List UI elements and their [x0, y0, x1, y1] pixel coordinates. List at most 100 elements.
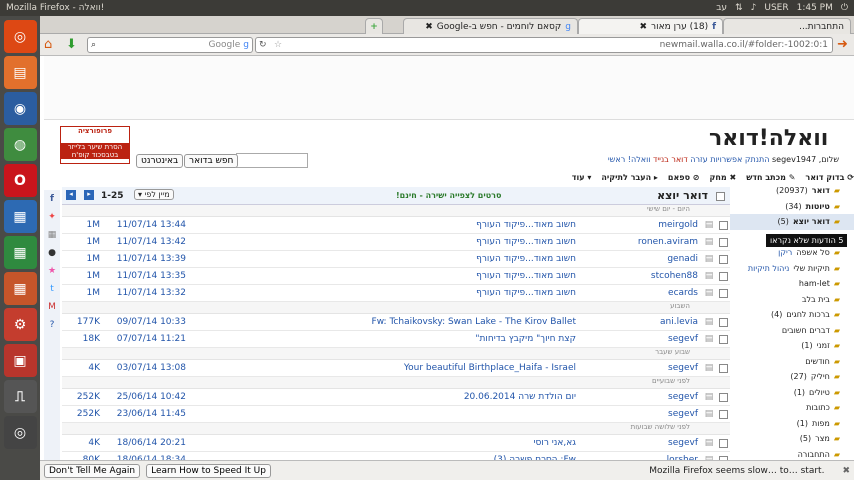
sender-cell[interactable]: segevf [582, 409, 702, 419]
facebook-icon[interactable]: f [44, 194, 60, 204]
sidebar-item[interactable]: ▰ חיליק (27) [730, 369, 854, 385]
promo-link[interactable]: סרטים לצפייה ישירה - חינם! [396, 191, 501, 200]
table-row[interactable]: 1M 11/07/14 13:39 חשוב מאוד...פיקוד העורף g… [62, 251, 730, 268]
dont-tell-me-button[interactable]: Don't Tell Me Again [44, 463, 141, 478]
home-icon[interactable]: ⌂ [44, 37, 52, 52]
sidebar-item[interactable]: ▰ טיוטות (34) [730, 199, 854, 215]
search-mail-button[interactable]: חפש בדואר [184, 154, 239, 168]
row-checkbox[interactable] [718, 220, 728, 230]
move-to-folder-button[interactable]: ▸ העבר לתיקיה [601, 173, 658, 182]
table-row[interactable]: 18K 07/07/14 11:21 קצת חיוך" מיקבץ בדיחות"… [62, 331, 730, 348]
sidebar-item[interactable]: ▰ תיקיות שלי ניהול תיקיות [730, 261, 854, 277]
usb-drive-icon[interactable]: ⎍ [3, 380, 37, 413]
calc-icon[interactable]: ▦ [3, 236, 37, 269]
logout-link[interactable]: התנתק [745, 155, 770, 164]
files-icon[interactable]: ▤ [3, 56, 37, 89]
more-button[interactable]: ▾ עוד [572, 173, 592, 182]
sidebar-item[interactable]: ▰ זמני (1) [730, 338, 854, 354]
walla-home-link[interactable]: וואלה! ראשי [608, 155, 651, 164]
firefox-icon[interactable]: ◉ [3, 92, 37, 125]
walla-mail-logo[interactable]: וואלה!דואר [709, 126, 828, 151]
prev-page-icon[interactable]: ◂ [66, 190, 76, 200]
sidebar-item[interactable]: ▰ מצר (5) [730, 431, 854, 447]
row-checkbox[interactable] [718, 317, 728, 327]
sidebar-item[interactable]: ▰ דואר יוצא (5) [730, 214, 854, 230]
sender-cell[interactable]: segevf [582, 363, 702, 373]
row-checkbox[interactable] [718, 237, 728, 247]
writer-icon[interactable]: ▦ [3, 200, 37, 233]
sort-dropdown[interactable]: ▾ מיין לפי [134, 189, 174, 200]
power-icon[interactable]: ⏻ [841, 3, 848, 13]
table-row[interactable]: 252K 25/06/14 10:42 יום הולדת שרה 20.06.20… [62, 389, 730, 406]
table-row[interactable]: 1M 11/07/14 13:35 חשוב מאוד...פיקוד העורף s… [62, 268, 730, 285]
select-all-checkbox[interactable] [716, 192, 725, 201]
download-icon[interactable]: ⬇ [66, 37, 77, 52]
sidebar-item[interactable]: ▰ בית בלב [730, 292, 854, 308]
keyboard-indicator[interactable]: עב [716, 3, 727, 13]
mail-search-input[interactable] [236, 153, 308, 168]
sidebar-item[interactable]: ▰ התחבורה [730, 447, 854, 461]
chrome-icon[interactable]: ◍ [3, 128, 37, 161]
row-checkbox[interactable] [718, 363, 728, 373]
subject-cell[interactable]: חשוב מאוד...פיקוד העורף [186, 220, 582, 230]
settings-icon[interactable]: ⚙ [3, 308, 37, 341]
game-icon[interactable]: ✦ [44, 212, 60, 222]
table-row[interactable]: 177K 09/07/14 10:33 Fw: Tchaikovsky: Swan … [62, 314, 730, 331]
table-row[interactable]: 1M 11/07/14 13:44 חשוב מאוד...פיקוד העורף m… [62, 217, 730, 234]
dvd-icon[interactable]: ◎ [3, 416, 37, 449]
user-menu[interactable]: USER [764, 3, 788, 13]
close-tab-icon[interactable]: ✖ [640, 22, 648, 32]
ball-icon[interactable]: ● [44, 248, 60, 258]
options-link[interactable]: אפשרויות [710, 155, 742, 164]
calendar-icon[interactable]: ▦ [44, 230, 60, 240]
search-web-button[interactable]: באינטרנט [136, 154, 184, 168]
sender-cell[interactable]: segevf [582, 392, 702, 402]
row-checkbox[interactable] [718, 409, 728, 419]
compose-button[interactable]: ✎ מכתב חדש [746, 173, 795, 182]
table-row[interactable]: 4K 18/06/14 20:21 גא,אני רוסי segevf ▤ [62, 435, 730, 452]
gmail-icon[interactable]: M [44, 302, 60, 312]
ubuntu-home-icon[interactable]: ◎ [3, 20, 37, 53]
search-input[interactable]: ⌕ Google g [87, 37, 253, 53]
subject-cell[interactable]: Fw: Tchaikovsky: Swan Lake - The Kirov B… [186, 317, 582, 327]
opera-icon[interactable]: O [3, 164, 37, 197]
sound-icon[interactable]: ♪ [751, 3, 757, 13]
row-checkbox[interactable] [718, 392, 728, 402]
new-tab-button[interactable]: + [365, 18, 383, 34]
help-link[interactable]: עזרה [690, 155, 708, 164]
twitter-icon[interactable]: t [44, 284, 60, 294]
tab-google-search[interactable]: g קסאם לוחמים - חפש ב-Google ✖ [403, 18, 578, 34]
sender-cell[interactable]: segevf [582, 438, 702, 448]
sidebar-item[interactable]: ▰ דואר (20937) [730, 183, 854, 199]
mobile-mail-link[interactable]: דואר בנייד [653, 155, 688, 164]
proportzia-ad[interactable]: פרופורציה הסרת שיער בלייזר בטבסכוד קופ'ח [60, 126, 130, 164]
delete-button[interactable]: ✖ מחק [710, 173, 737, 182]
row-checkbox[interactable] [718, 334, 728, 344]
subject-cell[interactable]: Your beautiful Birthplace_Haifa - Israel [186, 363, 582, 373]
sender-cell[interactable]: ecards [582, 288, 702, 298]
tab-facebook[interactable]: f (18) ערן מאור ✖ [578, 18, 723, 34]
table-row[interactable]: 252K 23/06/14 11:45 segevf ▤ [62, 406, 730, 423]
back-arrow-icon[interactable]: ➜ [837, 37, 848, 52]
star-icon[interactable]: ★ [44, 266, 60, 276]
close-notification-icon[interactable]: ✖ [842, 466, 850, 476]
url-input[interactable]: ↻ ☆ newmail.walla.co.il/#folder:-1002:0:… [255, 37, 833, 53]
row-checkbox[interactable] [718, 288, 728, 298]
table-row[interactable]: 4K 03/07/14 13:08 Your beautiful Birthplac… [62, 360, 730, 377]
help-icon[interactable]: ? [44, 320, 60, 330]
impress-icon[interactable]: ▦ [3, 272, 37, 305]
clock[interactable]: 1:45 PM [797, 3, 833, 13]
sender-cell[interactable]: segevf [582, 334, 702, 344]
next-page-icon[interactable]: ▸ [84, 190, 94, 200]
sidebar-item[interactable]: ▰ חודשים [730, 354, 854, 370]
sidebar-item[interactable]: ▰ כתובות [730, 400, 854, 416]
row-checkbox[interactable] [718, 438, 728, 448]
sidebar-item[interactable]: ▰ טיולים (1) [730, 385, 854, 401]
table-row[interactable]: 1M 11/07/14 13:32 חשוב מאוד...פיקוד העורף e… [62, 285, 730, 302]
sender-cell[interactable]: meirgold [582, 220, 702, 230]
tab-login[interactable]: התחברות... [723, 18, 851, 34]
sidebar-item[interactable]: ▰ סל אשפה ריקן [730, 245, 854, 261]
sidebar-item[interactable]: ▰ מפות (1) [730, 416, 854, 432]
table-row[interactable]: 1M 11/07/14 13:42 חשוב מאוד...פיקוד העורף r… [62, 234, 730, 251]
table-row[interactable]: 80K 18/06/14 18:34 Fw: הסכם פשרה (3) lorshe… [62, 452, 730, 460]
